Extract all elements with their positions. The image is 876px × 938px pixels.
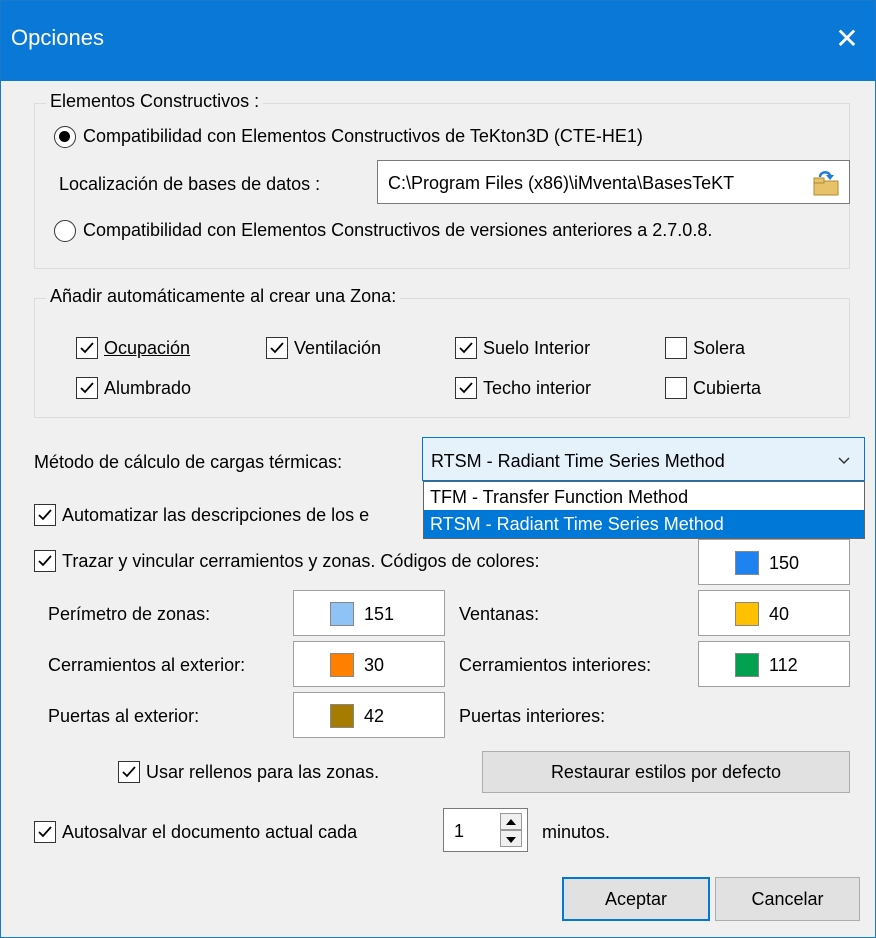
accept-label: Aceptar (604, 889, 668, 909)
int-walls-label: Cerramientos interiores: (459, 655, 652, 675)
windows-label: Ventanas: (459, 604, 540, 624)
perimeter-color-code: 151 (364, 604, 395, 624)
db-path-field[interactable]: C:\Program Files (x86)\iMventa\BasesTeKT (377, 160, 850, 204)
zone-slab-label[interactable]: Solera (693, 338, 745, 359)
zone-occupation-checkbox[interactable] (76, 337, 98, 359)
accept-button[interactable]: Aceptar (562, 877, 710, 921)
option-new-radio[interactable] (54, 126, 76, 148)
zone-roof-checkbox[interactable] (665, 377, 687, 399)
int-walls-color-button[interactable]: 112 (698, 641, 850, 687)
perimeter-color-button[interactable]: 151 (293, 590, 445, 636)
zone-ventilation-checkbox[interactable] (266, 337, 288, 359)
ext-walls-color-button[interactable]: 30 (293, 641, 445, 687)
zone-floor-label[interactable]: Suelo Interior (483, 338, 590, 359)
restore-styles-button[interactable]: Restaurar estilos por defecto (482, 751, 850, 793)
options-dialog: Opciones ✕ Elementos Constructivos : Com… (0, 0, 876, 938)
int-walls-color-swatch (735, 653, 759, 677)
zone-slab-checkbox[interactable] (665, 337, 687, 359)
ext-walls-color-code: 30 (364, 655, 385, 675)
windows-color-swatch (735, 602, 759, 626)
automate-checkbox[interactable] (34, 504, 56, 526)
db-label: Localización de bases de datos : (59, 174, 321, 194)
chevron-down-icon[interactable] (837, 452, 851, 473)
autosave-label[interactable]: Autosalvar el documento actual cada (62, 822, 357, 843)
autosave-checkbox[interactable] (34, 821, 56, 843)
autosave-unit: minutos. (542, 822, 611, 842)
zone-ceiling-checkbox[interactable] (455, 377, 477, 399)
int-doors-label: Puertas interiores: (459, 706, 606, 726)
dropdown-option-rtsm[interactable]: RTSM - Radiant Time Series Method (424, 510, 864, 538)
constructive-legend: Elementos Constructivos : (46, 91, 264, 112)
spin-up-button[interactable] (500, 813, 522, 830)
zone-floor-checkbox[interactable] (455, 337, 477, 359)
folder-browse-icon[interactable] (810, 169, 842, 197)
option-old-radio[interactable] (54, 220, 76, 242)
option-old-label[interactable]: Compatibilidad con Elementos Constructiv… (83, 220, 712, 241)
trace-color-code: 150 (769, 553, 800, 573)
restore-styles-label: Restaurar estilos por defecto (550, 762, 782, 782)
thermal-method-label: Método de cálculo de cargas térmicas: (34, 452, 343, 472)
ext-doors-color-button[interactable]: 42 (293, 692, 445, 738)
windows-color-code: 40 (769, 604, 790, 624)
ext-doors-label: Puertas al exterior: (48, 706, 200, 726)
title-bar: Opciones ✕ (1, 1, 875, 81)
thermal-method-dropdown: TFM - Transfer Function Method RTSM - Ra… (423, 481, 865, 539)
perimeter-color-swatch (330, 602, 354, 626)
thermal-method-combo[interactable]: RTSM - Radiant Time Series Method (422, 437, 865, 481)
trace-label[interactable]: Trazar y vincular cerramientos y zonas. … (62, 551, 540, 572)
db-path-value: C:\Program Files (x86)\iMventa\BasesTeKT (388, 173, 735, 193)
int-walls-color-code: 112 (769, 655, 798, 675)
perimeter-label: Perímetro de zonas: (48, 604, 211, 624)
thermal-method-value: RTSM - Radiant Time Series Method (431, 451, 725, 471)
autosave-minutes-input[interactable]: 1 (443, 808, 528, 852)
close-icon[interactable]: ✕ (829, 19, 865, 59)
zone-roof-label[interactable]: Cubierta (693, 378, 761, 399)
fills-checkbox[interactable] (118, 761, 140, 783)
dropdown-option-tfm[interactable]: TFM - Transfer Function Method (424, 483, 864, 511)
zone-ceiling-label[interactable]: Techo interior (483, 378, 591, 399)
ext-walls-color-swatch (330, 653, 354, 677)
ext-walls-label: Cerramientos al exterior: (48, 655, 246, 675)
cancel-label: Cancelar (751, 889, 824, 909)
spin-down-button[interactable] (500, 830, 522, 847)
autosave-minutes-value: 1 (454, 821, 465, 841)
option-new-label[interactable]: Compatibilidad con Elementos Constructiv… (83, 126, 643, 147)
zone-lighting-label[interactable]: Alumbrado (104, 378, 191, 399)
windows-color-button[interactable]: 40 (698, 590, 850, 636)
automate-label[interactable]: Automatizar las descripciones de los e (62, 505, 369, 526)
trace-color-swatch (735, 551, 759, 575)
trace-color-button[interactable]: 150 (698, 539, 850, 585)
fills-label[interactable]: Usar rellenos para las zonas. (146, 762, 379, 783)
window-title: Opciones (11, 25, 104, 50)
zone-occupation-label[interactable]: Ocupación (104, 338, 190, 359)
ext-doors-color-swatch (330, 704, 354, 728)
ext-doors-color-code: 42 (364, 706, 385, 726)
zone-legend: Añadir automáticamente al crear una Zona… (46, 286, 401, 307)
cancel-button[interactable]: Cancelar (715, 877, 860, 921)
zone-lighting-checkbox[interactable] (76, 377, 98, 399)
trace-checkbox[interactable] (34, 550, 56, 572)
zone-ventilation-label[interactable]: Ventilación (294, 338, 381, 359)
